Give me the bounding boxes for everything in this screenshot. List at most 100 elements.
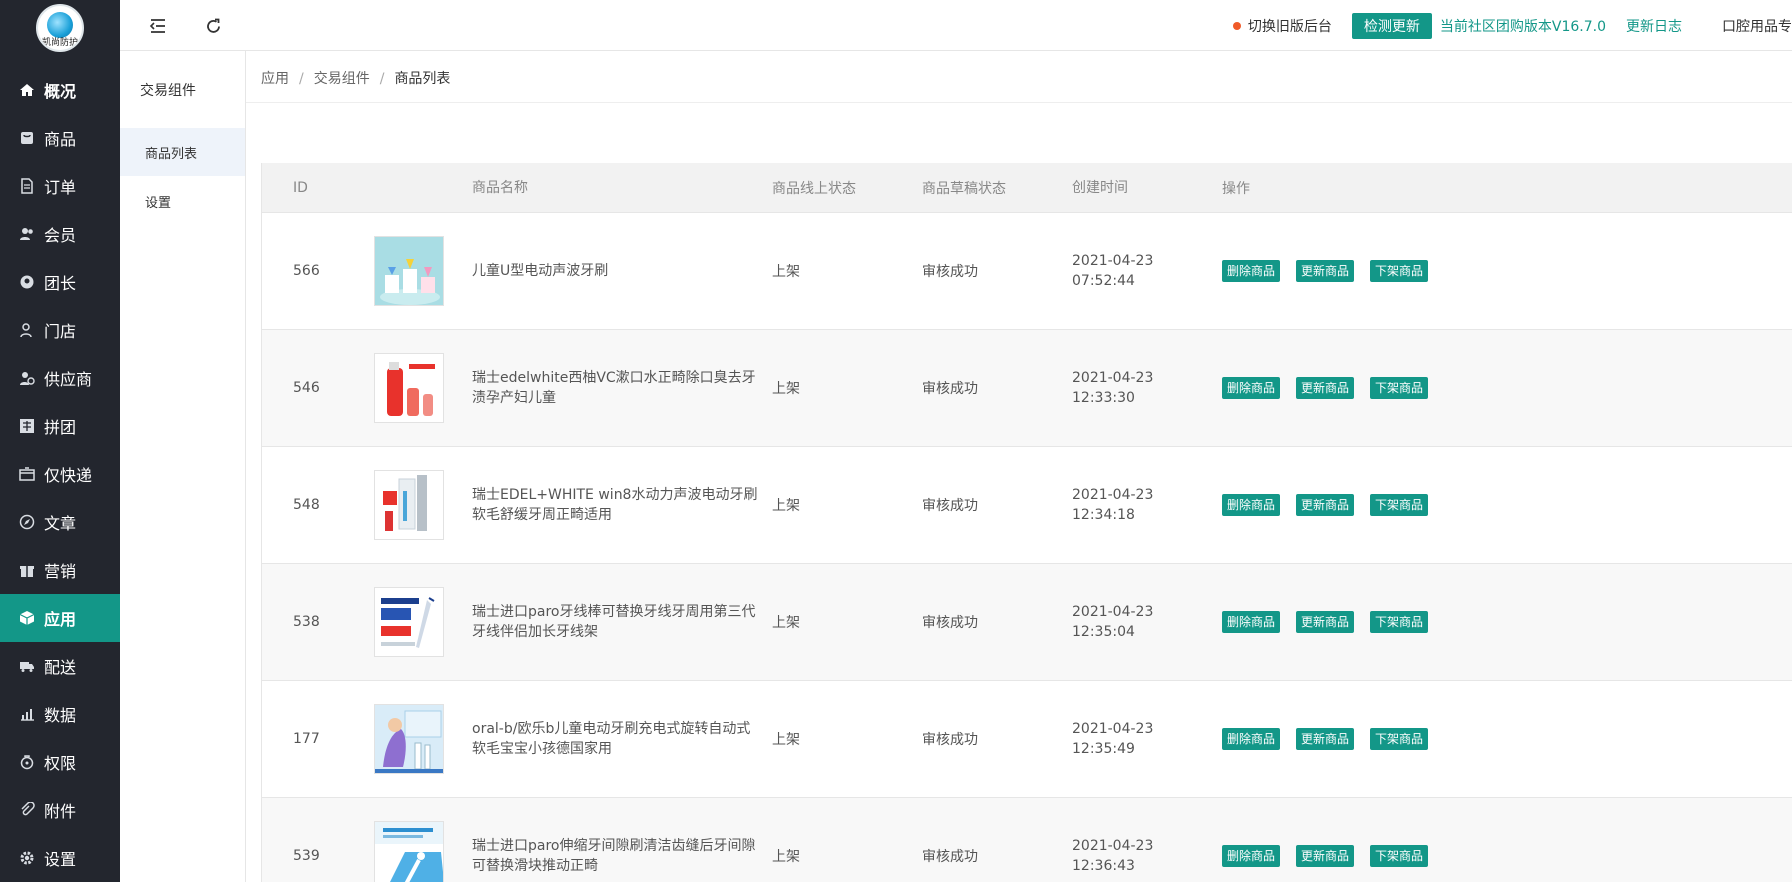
table-body: 566 儿童U型电动声波牙刷 上架 审核成功 2021-04-23 07:52:44 删除商… [262,212,1792,882]
product-table: ID 商品名称 商品线上状态 商品草稿状态 创建时间 操作 566 儿童U型电动声… [261,163,1792,882]
nav-item-lock[interactable]: 权限 [0,738,120,786]
nav-item-label: 商品 [44,130,77,149]
truck-icon [18,657,36,675]
version-label: 当前社区团购版本V16.7.0 [1439,18,1606,35]
goods-icon [18,129,36,147]
product-thumbnail[interactable] [374,704,444,774]
product-thumbnail[interactable] [374,470,444,540]
update-product-button[interactable]: 更新商品 [1296,845,1355,867]
created-date: 2021-04-23 [1072,253,1154,269]
secondary-sidebar: 交易组件 商品列表 设置 [120,0,246,882]
product-thumbnail[interactable] [374,821,444,882]
product-id: 548 [293,497,320,513]
breadcrumb-item-current: 商品列表 [394,71,451,87]
product-image-cell [374,587,472,657]
product-id: 546 [293,380,320,396]
offline-product-button[interactable]: 下架商品 [1370,494,1429,516]
nav-item-truck[interactable]: 配送 [0,642,120,690]
created-clock: 07:52:44 [1072,273,1135,289]
nav-item-express[interactable]: 仅快递 [0,450,120,498]
breadcrumb-separator: / [299,71,304,87]
nav-item-supplier[interactable]: 供应商 [0,354,120,402]
main-sidebar: 凯尚防护 概况商品订单会员 团长门店供应商拼团仅快递 文章 营销 应用 配送 数据 权限 附件设… [0,0,120,882]
draft-status: 审核成功 [922,498,978,514]
online-status: 上架 [772,615,800,631]
header-actions: 切换旧版后台 检测更新 当前社区团购版本V16.7.0 更新日志 口腔用品专 [1232,0,1792,51]
product-thumbnail[interactable] [374,236,444,306]
update-product-button[interactable]: 更新商品 [1296,494,1355,516]
nav-item-article[interactable]: 文章 [0,498,120,546]
status-dot-icon [1232,21,1241,30]
nav-item-cube[interactable]: 应用 [0,594,120,642]
brand-logo[interactable]: 凯尚防护 [36,4,84,52]
nav-item-label: 订单 [44,178,77,197]
nav-item-gear[interactable]: 设置 [0,834,120,882]
draft-status: 审核成功 [922,381,978,397]
created-time: 2021-04-23 12:35:49 [1072,719,1222,759]
switch-old-admin-link[interactable]: 切换旧版后台 [1232,16,1332,36]
update-product-button[interactable]: 更新商品 [1296,377,1355,399]
product-thumbnail[interactable] [374,353,444,423]
subnav-item-label: 商品列表 [145,146,198,162]
row-actions: 删除商品 更新商品 下架商品 [1222,494,1792,516]
offline-product-button[interactable]: 下架商品 [1370,611,1429,633]
breadcrumb-item-trade-component[interactable]: 交易组件 [314,71,370,87]
product-id: 566 [293,263,320,279]
changelog-link[interactable]: 更新日志 [1626,16,1682,36]
draft-status: 审核成功 [922,615,978,631]
created-time: 2021-04-23 12:35:04 [1072,602,1222,642]
collapse-menu-icon[interactable] [148,16,168,36]
column-header-name: 商品名称 [472,179,528,196]
nav-item-chart[interactable]: 数据 [0,690,120,738]
update-product-button[interactable]: 更新商品 [1296,611,1355,633]
subnav-item-product-list[interactable]: 商品列表 [120,128,245,176]
created-date: 2021-04-23 [1072,604,1154,620]
nav-item-gift[interactable]: 营销 [0,546,120,594]
refresh-icon[interactable] [203,16,223,36]
check-update-button[interactable]: 检测更新 [1351,12,1432,39]
product-id: 539 [293,848,320,864]
nav-item-store[interactable]: 门店 [0,306,120,354]
delete-product-button[interactable]: 删除商品 [1222,494,1281,516]
nav-item-label: 供应商 [44,370,93,389]
offline-product-button[interactable]: 下架商品 [1370,260,1429,282]
top-header: 切换旧版后台 检测更新 当前社区团购版本V16.7.0 更新日志 口腔用品专 [120,0,1792,51]
column-header-draft-status: 商品草稿状态 [922,180,1006,197]
delete-product-button[interactable]: 删除商品 [1222,845,1281,867]
nav-item-goods[interactable]: 商品 [0,114,120,162]
delete-product-button[interactable]: 删除商品 [1222,377,1281,399]
offline-product-button[interactable]: 下架商品 [1370,845,1429,867]
nav-item-home[interactable]: 概况 [0,66,120,114]
column-header-actions: 操作 [1222,180,1250,197]
nav-item-leader[interactable]: 团长 [0,258,120,306]
nav-item-group-buy[interactable]: 拼团 [0,402,120,450]
delete-product-button[interactable]: 删除商品 [1222,611,1281,633]
shop-name-dropdown[interactable]: 口腔用品专 [1722,16,1792,36]
nav-item-paperclip[interactable]: 附件 [0,786,120,834]
breadcrumb-item-apps[interactable]: 应用 [261,71,289,87]
nav-item-label: 拼团 [44,418,77,437]
delete-product-button[interactable]: 删除商品 [1222,260,1281,282]
nav-item-label: 概况 [44,82,77,101]
row-actions: 删除商品 更新商品 下架商品 [1222,611,1792,633]
nav-item-label: 门店 [44,322,77,341]
logo-text: 凯尚防护 [41,38,78,48]
delete-product-button[interactable]: 删除商品 [1222,728,1281,750]
row-actions: 删除商品 更新商品 下架商品 [1222,728,1792,750]
created-clock: 12:35:04 [1072,624,1135,640]
product-thumbnail[interactable] [374,587,444,657]
online-status: 上架 [772,381,800,397]
nav-item-members[interactable]: 会员 [0,210,120,258]
subnav-item-settings[interactable]: 设置 [120,177,245,225]
created-clock: 12:35:49 [1072,741,1135,757]
column-header-online-status: 商品线上状态 [772,180,856,197]
breadcrumb-separator: / [379,71,385,87]
order-icon [18,177,36,195]
update-product-button[interactable]: 更新商品 [1296,260,1355,282]
product-name: 瑞士edelwhite西柚VC漱口水正畸除口臭去牙渍孕产妇儿童 [472,370,756,406]
nav-item-order[interactable]: 订单 [0,162,120,210]
offline-product-button[interactable]: 下架商品 [1370,377,1429,399]
update-product-button[interactable]: 更新商品 [1296,728,1355,750]
offline-product-button[interactable]: 下架商品 [1370,728,1429,750]
breadcrumb: 应用 / 交易组件 / 商品列表 [261,68,450,88]
